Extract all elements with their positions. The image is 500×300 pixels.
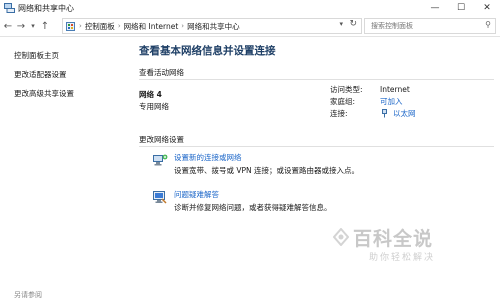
homegroup-label: 家庭组: [330, 96, 356, 106]
search-input[interactable] [369, 21, 483, 31]
troubleshoot-icon [152, 189, 168, 204]
up-arrow-icon[interactable]: ↑ [40, 18, 50, 34]
address-dropdown-icon[interactable]: ▾ [339, 20, 343, 28]
troubleshoot-link[interactable]: 问题疑难解答 [174, 189, 219, 200]
close-button[interactable]: ✕ [474, 0, 500, 16]
change-settings-divider [139, 146, 494, 147]
homegroup-link[interactable]: 可加入 [380, 96, 403, 107]
control-panel-icon [66, 21, 76, 31]
sidebar: 控制面板主页 更改适配器设置 更改高级共享设置 [14, 50, 74, 107]
ethernet-icon [380, 109, 389, 118]
watermark: 百科全说 助你轻松解决 [332, 224, 493, 274]
maximize-button[interactable]: ☐ [448, 0, 474, 16]
active-networks-label: 查看活动网络 [139, 68, 184, 77]
connections-label: 连接: [330, 108, 348, 118]
breadcrumb-separator-icon: › [181, 22, 185, 30]
window-title: 网络和共享中心 [18, 3, 74, 13]
network-info: 访问类型: Internet 家庭组: 可加入 连接: 以太网 [330, 83, 416, 119]
access-type-label: 访问类型: [330, 84, 363, 94]
change-settings-label: 更改网络设置 [139, 135, 184, 144]
new-connection-icon [152, 152, 168, 166]
ethernet-connection-link[interactable]: 以太网 [380, 108, 416, 119]
page-title: 查看基本网络信息并设置连接 [139, 45, 276, 57]
forward-arrow-icon[interactable]: → [16, 18, 26, 34]
breadcrumb-separator-icon: › [79, 22, 82, 30]
refresh-icon[interactable]: ↻ [349, 19, 357, 29]
search-box[interactable]: ⚲ [364, 18, 496, 34]
breadcrumb-separator-icon: › [117, 22, 121, 30]
address-bar: ← → ▾ ↑ › 控制面板 › 网络和 Internet › 网络和共享中心 … [0, 16, 500, 37]
ethernet-connection-label: 以太网 [393, 108, 416, 118]
watermark-subtext: 助你轻松解决 [369, 253, 436, 263]
search-icon[interactable]: ⚲ [485, 20, 491, 29]
sidebar-item-change-adapter-settings[interactable]: 更改适配器设置 [14, 69, 74, 80]
breadcrumb-network-internet[interactable]: 网络和 Internet [124, 21, 179, 32]
setup-connection-link[interactable]: 设置新的连接或网络 [174, 152, 242, 163]
breadcrumb-control-panel[interactable]: 控制面板 [85, 21, 115, 32]
network-name: 网络 4 [139, 90, 162, 99]
network-type: 专用网络 [139, 102, 169, 111]
minimize-button[interactable]: — [422, 0, 448, 16]
recent-locations-chevron-icon[interactable]: ▾ [29, 18, 37, 34]
main-content: 查看基本网络信息并设置连接 [139, 43, 494, 58]
back-arrow-icon[interactable]: ← [3, 18, 13, 34]
breadcrumb-network-sharing-center[interactable]: 网络和共享中心 [187, 21, 240, 32]
troubleshoot-description: 诊断并修复网络问题，或者获得疑难解答信息。 [174, 203, 332, 212]
sidebar-item-change-advanced-sharing[interactable]: 更改高级共享设置 [14, 88, 74, 99]
watermark-logo-icon [332, 227, 350, 250]
see-also-label: 另请参阅 [14, 291, 42, 299]
setup-connection-description: 设置宽带、拨号或 VPN 连接；或设置路由器或接入点。 [174, 166, 360, 175]
watermark-text: 百科全说 [353, 228, 434, 250]
sidebar-item-control-panel-home[interactable]: 控制面板主页 [14, 50, 74, 61]
network-center-icon [3, 3, 15, 13]
address-box[interactable]: › 控制面板 › 网络和 Internet › 网络和共享中心 ▾ ↻ [62, 18, 362, 34]
access-type-value: Internet [380, 84, 410, 94]
active-networks-divider [139, 79, 494, 80]
title-bar: 网络和共享中心 — ☐ ✕ [0, 0, 500, 17]
